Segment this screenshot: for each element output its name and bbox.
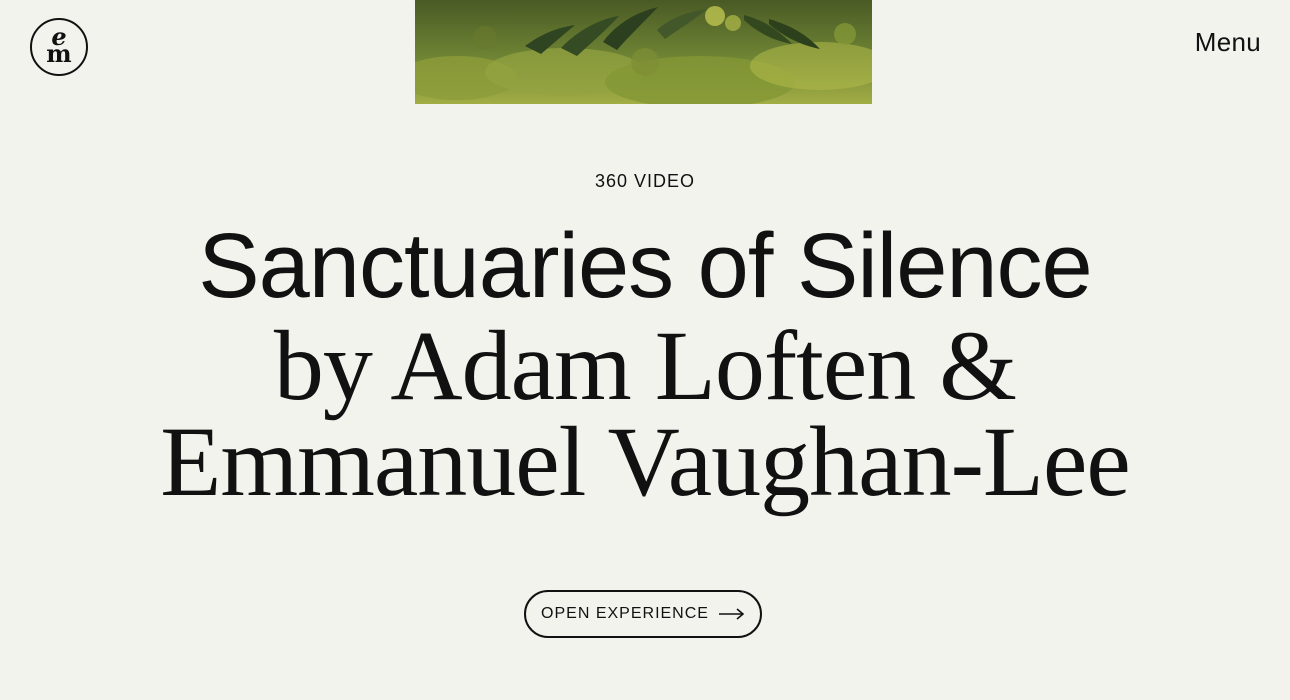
hero-forest-image: [415, 0, 872, 104]
forest-moss-image: [415, 0, 872, 104]
category-label: 360 VIDEO: [594, 171, 696, 191]
page-title: Sanctuaries of Silence by Adam Loften & …: [0, 214, 1290, 517]
logo-letter-m: m: [46, 39, 72, 68]
title-line-1: Sanctuaries of Silence: [198, 215, 1092, 317]
title-line-2: by Adam Loften &: [273, 310, 1017, 421]
open-experience-button[interactable]: OPEN EXPERIENCE: [524, 590, 762, 638]
site-logo[interactable]: e m: [30, 18, 88, 76]
open-experience-label: OPEN EXPERIENCE: [541, 605, 709, 622]
menu-button[interactable]: Menu: [1195, 26, 1261, 58]
title-line-3: Emmanuel Vaughan-Lee: [160, 406, 1130, 517]
arrow-right-icon: [718, 608, 745, 620]
